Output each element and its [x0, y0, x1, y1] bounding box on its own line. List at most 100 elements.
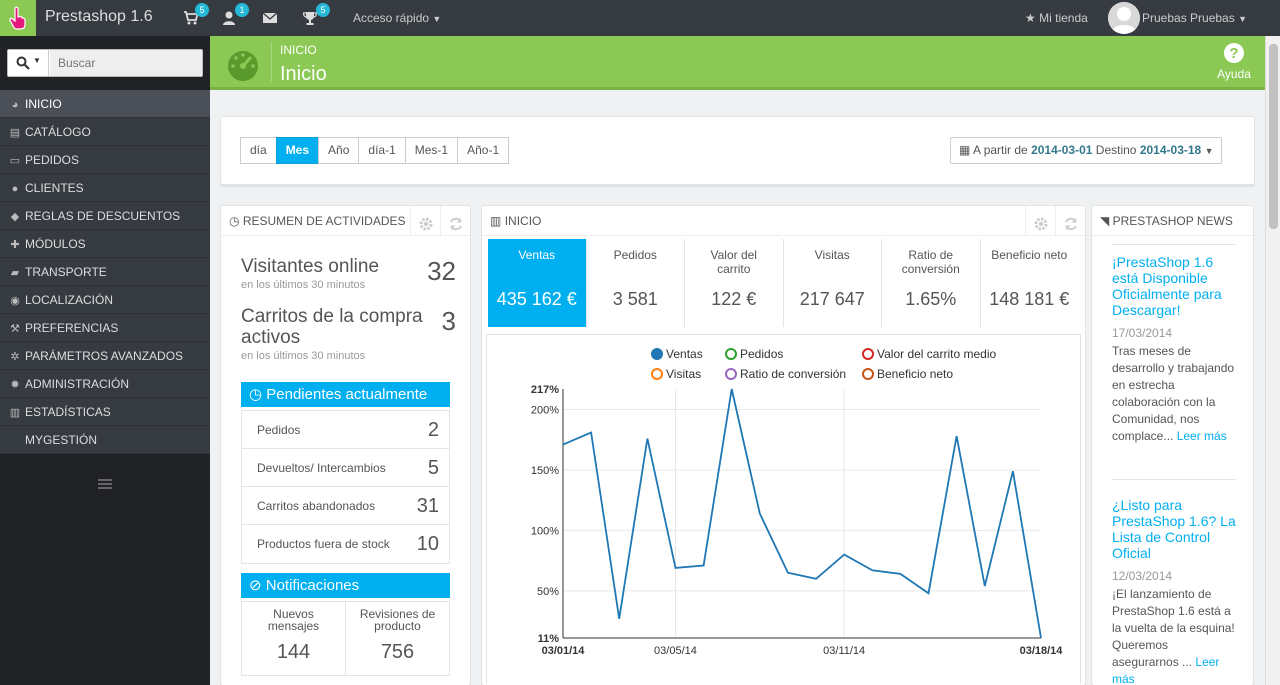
exclamation-circle-icon: ⊘: [249, 577, 262, 594]
sidebar-item-administracion[interactable]: ✹ ADMINISTRACIÓN: [0, 370, 210, 398]
news-item: ¡PrestaShop 1.6 está Disponible Oficialm…: [1112, 254, 1236, 445]
date-range-picker[interactable]: ▦ A partir de 2014-03-01 Destino 2014-03…: [950, 137, 1223, 164]
pending-out-of-stock-row[interactable]: Productos fuera de stock 10: [242, 525, 449, 563]
page-scrollbar[interactable]: [1265, 36, 1280, 685]
sidebar-item-pedidos[interactable]: ▭ PEDIDOS: [0, 146, 210, 174]
legend-label: Valor del carrito medio: [877, 347, 996, 361]
collapse-menu-icon[interactable]: [98, 478, 112, 490]
period-day-button[interactable]: día: [240, 137, 277, 164]
my-shop-link[interactable]: ★ Mi tienda: [1025, 11, 1088, 25]
kpi-cart-value[interactable]: Valor del carrito 122 €: [685, 239, 784, 327]
sidebar-item-modulos[interactable]: ✚ MÓDULOS: [0, 230, 210, 258]
to-label: Destino: [1095, 143, 1137, 157]
notification-label: Revisiones de producto: [359, 607, 436, 633]
pending-abandoned-carts-row[interactable]: Carritos abandonados 31: [242, 487, 449, 525]
online-visitors-sub: en los últimos 30 minutos: [241, 279, 366, 291]
activity-panel-title: RESUMEN DE ACTIVIDADES: [242, 214, 406, 228]
sidebar-item-mygestion[interactable]: MYGESTIÓN: [0, 426, 210, 454]
pending-header: ◷ Pendientes actualmente: [241, 382, 450, 407]
pending-count: 10: [416, 533, 439, 555]
legend-marker: [651, 348, 663, 360]
pending-label: Devueltos/ Intercambios: [257, 461, 386, 475]
sidebar-item-clientes[interactable]: ● CLIENTES: [0, 174, 210, 202]
to-date: 2014-03-18: [1139, 143, 1202, 157]
read-more-link[interactable]: Leer más: [1177, 429, 1227, 443]
sidebar-item-descuentos[interactable]: ◆ REGLAS DE DESCUENTOS: [0, 202, 210, 230]
news-date: 12/03/2014: [1112, 569, 1173, 583]
search-type-button[interactable]: ▼: [8, 50, 49, 76]
logo-button[interactable]: [0, 0, 36, 36]
kpi-net-profit[interactable]: Beneficio neto 148 181 €: [981, 239, 1079, 327]
credit-card-icon: ▭: [9, 155, 21, 167]
period-prev-month-button[interactable]: Mes-1: [404, 137, 459, 164]
truck-icon: ▰: [10, 267, 20, 279]
legend-marker: [651, 368, 663, 380]
help-button[interactable]: ? Ayuda: [1216, 42, 1252, 81]
breadcrumb[interactable]: INICIO: [280, 43, 317, 57]
sidebar-item-estadisticas[interactable]: ▥ ESTADÍSTICAS: [0, 398, 210, 426]
refresh-button[interactable]: [440, 206, 470, 236]
y-tick-label: 217%: [531, 384, 559, 396]
news-body: Tras meses de desarrollo y trabajando en…: [1112, 343, 1236, 445]
sidebar-item-transporte[interactable]: ▰ TRANSPORTE: [0, 258, 210, 286]
kpi-value: 217 647: [799, 289, 865, 309]
sidebar-item-catalogo[interactable]: ▤ CATÁLOGO: [0, 118, 210, 146]
dashboard-panel-title: INICIO: [504, 214, 542, 228]
pending-returns-row[interactable]: Devueltos/ Intercambios 5: [242, 449, 449, 487]
sidebar-item-parametros[interactable]: ✲ PARÁMETROS AVANZADOS: [0, 342, 210, 370]
news-panel-title: PRESTASHOP NEWS: [1112, 214, 1233, 228]
pending-count: 31: [416, 495, 439, 517]
quick-access-label: Acceso rápido: [353, 11, 430, 25]
kpi-visits[interactable]: Visitas 217 647: [784, 239, 882, 327]
news-date: 17/03/2014: [1112, 326, 1173, 340]
rss-icon: ◥: [1100, 214, 1110, 228]
scrollbar-thumb[interactable]: [1269, 44, 1278, 229]
news-title-link[interactable]: ¿Listo para PrestaShop 1.6? La Lista de …: [1112, 497, 1236, 561]
kpi-conversion[interactable]: Ratio de conversión 1.65%: [882, 239, 981, 327]
sidebar-item-localizacion[interactable]: ◉ LOCALIZACIÓN: [0, 286, 210, 314]
period-year-button[interactable]: Año: [318, 137, 360, 164]
customers-badge: 1: [235, 3, 249, 17]
sidebar-item-preferencias[interactable]: ⚒ PREFERENCIAS: [0, 314, 210, 342]
period-month-button[interactable]: Mes: [275, 137, 320, 164]
online-visitors-value: 32: [427, 256, 456, 286]
news-separator: [1112, 479, 1236, 480]
user-menu[interactable]: Pruebas Pruebas ▼: [1142, 11, 1247, 25]
news-item: ¿Listo para PrestaShop 1.6? La Lista de …: [1112, 497, 1236, 685]
legend-marker: [725, 368, 737, 380]
page-header: INICIO Inicio ? Ayuda: [210, 36, 1265, 90]
refresh-button[interactable]: [1055, 206, 1085, 236]
search-input[interactable]: [50, 50, 202, 76]
kpi-sales[interactable]: Ventas 435 162 €: [488, 239, 587, 327]
avatar[interactable]: [1108, 2, 1140, 34]
period-prev-day-button[interactable]: día-1: [358, 137, 406, 164]
legend-marker: [862, 348, 874, 360]
sidebar-nav: ◕ INICIO ▤ CATÁLOGO ▭ PEDIDOS ● CLIENTES ◆ RE…: [0, 90, 210, 454]
kpi-label: Pedidos: [613, 248, 657, 262]
from-date: 2014-03-01: [1031, 143, 1093, 157]
pending-label: Productos fuera de stock: [257, 537, 390, 551]
product-reviews-cell[interactable]: Revisiones de producto 756: [345, 602, 449, 675]
kpi-orders[interactable]: Pedidos 3 581: [587, 239, 685, 327]
quick-access-dropdown[interactable]: Acceso rápido ▼: [353, 11, 441, 25]
y-tick-label: 100%: [531, 525, 559, 537]
envelope-icon[interactable]: [262, 10, 278, 26]
news-title-link[interactable]: ¡PrestaShop 1.6 está Disponible Oficialm…: [1112, 254, 1236, 318]
pending-orders-row[interactable]: Pedidos 2: [242, 411, 449, 449]
sidebar-item-inicio[interactable]: ◕ INICIO: [0, 90, 210, 118]
speedometer-icon: [228, 51, 258, 81]
my-shop-label: Mi tienda: [1039, 11, 1088, 25]
configure-button[interactable]: [410, 206, 440, 236]
kpi-value: 435 162 €: [496, 289, 577, 309]
configure-button[interactable]: [1025, 206, 1055, 236]
y-tick-label: 200%: [531, 405, 559, 417]
book-icon: ▤: [9, 127, 21, 139]
app-title: Prestashop 1.6: [45, 8, 153, 25]
globe-icon: ◉: [10, 295, 20, 307]
bar-chart-icon: ▥: [9, 407, 21, 419]
activity-panel: ◷ RESUMEN DE ACTIVIDADES Visitantes onli…: [220, 205, 471, 685]
new-messages-cell[interactable]: Nuevos mensajes 144: [242, 602, 345, 675]
period-prev-year-button[interactable]: Año-1: [457, 137, 510, 164]
kpi-value: 122 €: [711, 289, 757, 309]
help-label: Ayuda: [1217, 67, 1251, 81]
